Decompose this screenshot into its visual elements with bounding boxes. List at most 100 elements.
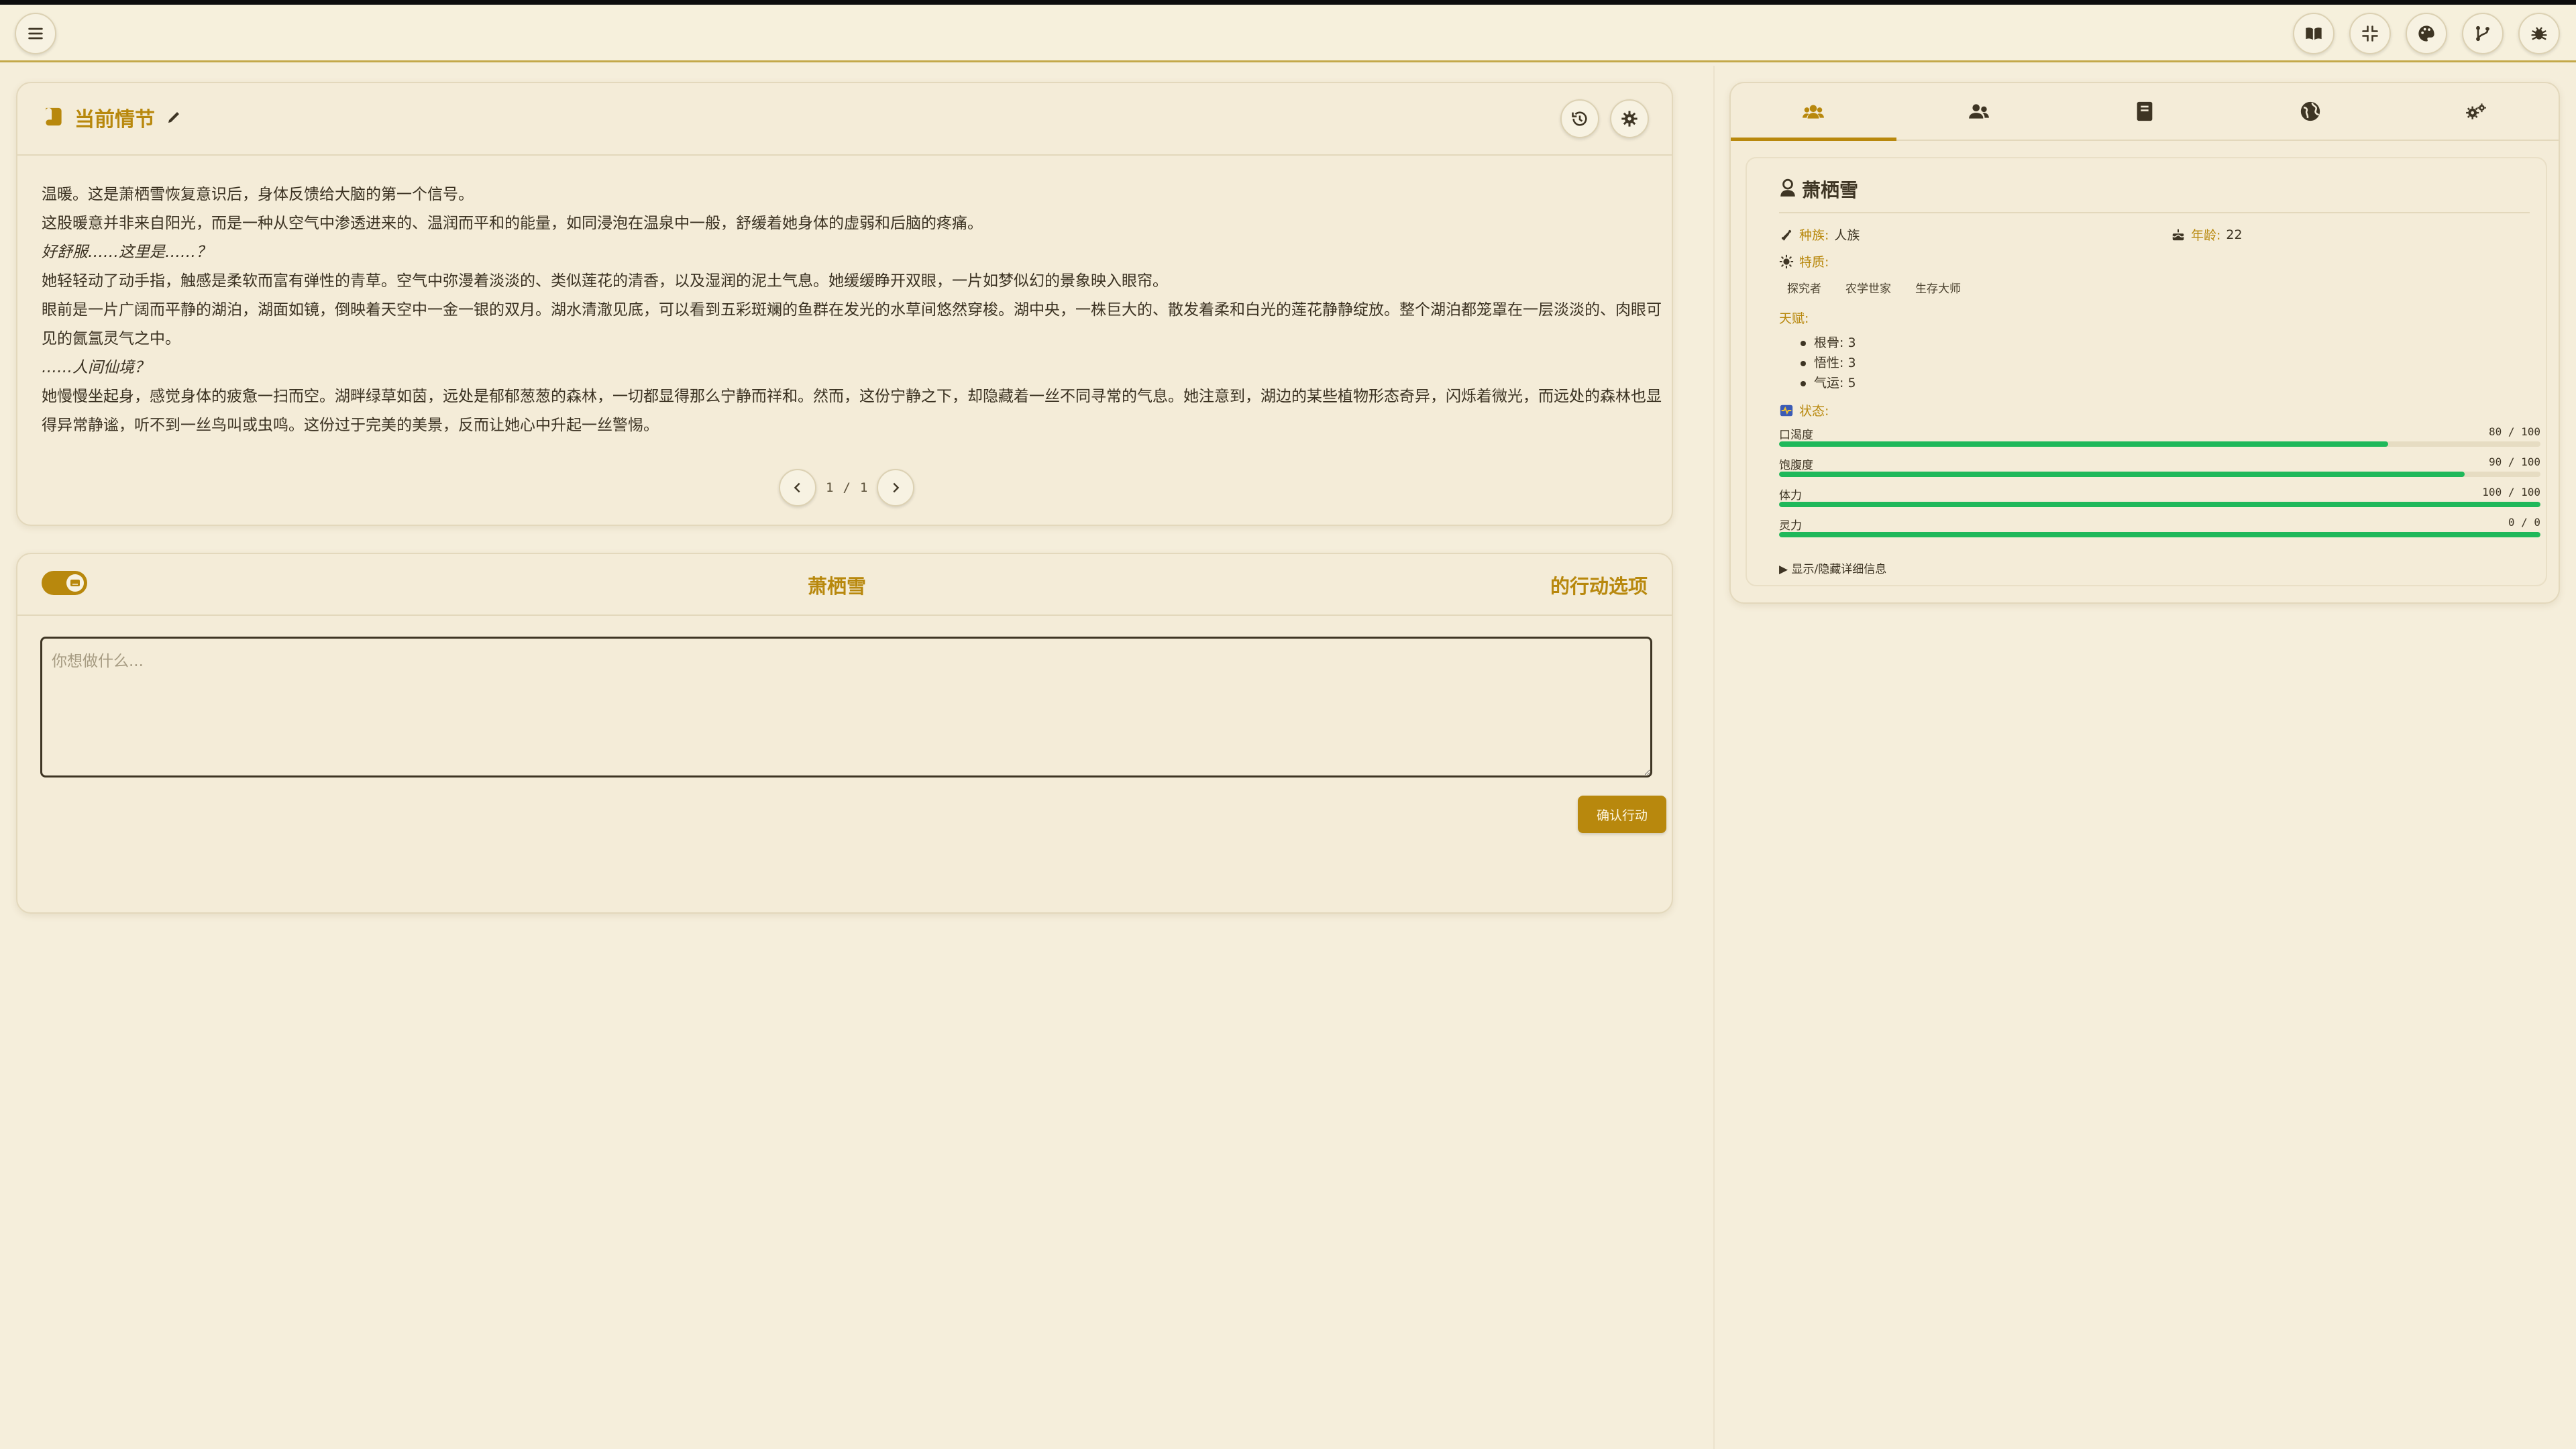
story-paragraph: 眼前是一片广阔而平静的湖泊，湖面如镜，倒映着天空中一金一银的双月。湖水清澈见底，… [42,301,1662,347]
stat-progress-track [1779,502,2540,507]
story-card-header: 当前情节 [17,83,1672,156]
stat-progress-track [1779,532,2540,537]
character-name: 萧栖雪 [1802,179,1859,201]
stat-progress-track [1779,472,2540,477]
status-label: 状态: [1799,404,1829,419]
history-button[interactable] [1560,99,1599,138]
page-current: 1 [826,480,834,495]
age-label: 年龄: [2191,228,2221,243]
panel-divider [1713,66,1715,1449]
story-title: 当前情节 [74,108,155,131]
age-value: 22 [2226,227,2243,242]
action-character-name: 萧栖雪 [808,575,867,598]
status-field: 状态: [1779,401,1829,419]
stat-value: 0 / 0 [2508,516,2540,529]
branch-icon [2476,25,2489,42]
stat-spirit: 灵力 0 / 0 [1779,516,2540,545]
action-card: 萧栖雪 的行动选项 确认行动 [16,553,1673,914]
tab-journal[interactable] [2062,83,2228,140]
menu-button[interactable] [15,13,56,54]
heartbeat-icon [1780,405,1793,416]
users-icon [1969,104,1990,119]
story-settings-button[interactable] [1610,99,1649,138]
action-mode-toggle[interactable] [42,571,87,595]
race-field: 种族: 人族 [1779,225,1860,244]
confirm-action-button[interactable]: 确认行动 [1578,796,1666,833]
stat-value: 90 / 100 [2488,455,2540,468]
age-field: 年龄: 22 [2171,225,2243,244]
window-top-strip [0,0,2576,5]
race-label: 种族: [1799,228,1829,243]
action-options-label: 的行动选项 [1550,575,1648,598]
chevron-left-icon [794,482,800,493]
dna-icon [1781,229,1792,240]
stat-thirst: 口渴度 80 / 100 [1779,425,2540,455]
page-separator: / [843,480,851,495]
side-panel: 萧栖雪 种族: 人族 年龄: 22 特质: 探究者 农学世家 生存大师 天赋: … [1729,82,2560,604]
talents-field: 天赋: [1779,309,1809,327]
talent-item: 悟性: 3 [1798,353,1856,373]
birthday-cake-icon [2172,229,2184,240]
stat-name: 饱腹度 [1779,459,1813,472]
stat-stamina: 体力 100 / 100 [1779,486,2540,515]
character-divider [1779,212,2530,213]
prev-page-button[interactable] [779,469,816,506]
talents-list: 根骨: 3 悟性: 3 气运: 5 [1798,333,1856,393]
talent-item: 根骨: 3 [1798,333,1856,353]
branch-button[interactable] [2462,13,2504,54]
stat-progress-fill [1779,502,2540,507]
story-paragraph-thought: ……人间仙境？ [42,359,150,376]
user-icon [1780,178,1795,197]
story-paragraph: 她慢慢坐起身，感觉身体的疲惫一扫而空。湖畔绿草如茵，远处是郁郁葱葱的森林，一切都… [42,388,1662,434]
traits-field: 特质: [1779,252,1829,270]
theme-button[interactable] [2406,13,2447,54]
trait-tag: 探究者 [1787,282,1821,296]
tab-npcs[interactable] [1896,83,2062,140]
side-panel-tabs [1731,83,2559,141]
edit-pencil-icon[interactable] [166,109,182,125]
action-card-header: 萧栖雪 的行动选项 [17,554,1672,616]
character-card: 萧栖雪 种族: 人族 年龄: 22 特质: 探究者 农学世家 生存大师 天赋: … [1746,157,2547,586]
stat-progress-fill [1779,472,2465,477]
stat-name: 灵力 [1779,519,1802,533]
debug-button[interactable] [2518,13,2560,54]
compress-button[interactable] [2349,13,2391,54]
page-total: 1 [859,480,868,495]
story-paragraph: 这股暖意并非来自阳光，而是一种从空气中渗透进来的、温润而平和的能量，如同浸泡在温… [42,215,983,232]
story-paragraph-thought: 好舒服……这里是……？ [42,244,211,261]
race-value: 人族 [1834,228,1860,243]
next-page-button[interactable] [877,469,915,506]
stat-value: 100 / 100 [2482,486,2540,498]
traits-label: 特质: [1799,255,1829,270]
tab-world[interactable] [2227,83,2393,140]
bug-icon [2531,27,2547,40]
toggle-knob [66,574,84,592]
book-icon [2306,28,2322,40]
talents-label: 天赋: [1779,311,1809,326]
stat-progress-fill [1779,532,2540,537]
globe-icon [2300,101,2320,121]
gears-icon [2465,103,2486,119]
codex-button[interactable] [2293,13,2334,54]
talent-item: 气运: 5 [1798,373,1856,393]
action-input[interactable] [40,637,1652,777]
stat-progress-fill [1779,441,2388,447]
tab-settings[interactable] [2393,83,2559,140]
details-toggle[interactable]: ▶ 显示/隐藏详细信息 [1779,559,1886,576]
gear-icon [1621,111,1638,127]
sun-icon [1779,254,1794,268]
story-card: 当前情节 温暖。这是萧栖雪恢复意识后，身体反馈给大脑的第一个信号。 这股暖意并非… [16,82,1673,526]
book-icon [2137,101,2153,121]
keyboard-icon [70,580,80,586]
trait-tag: 农学世家 [1845,282,1891,296]
stat-name: 口渴度 [1779,429,1813,442]
compress-icon [2362,25,2378,42]
palette-icon [2418,25,2434,42]
stat-progress-track [1779,441,2540,447]
hamburger-icon [28,28,43,40]
stat-hunger: 饱腹度 90 / 100 [1779,455,2540,485]
chevron-right-icon [893,482,900,493]
story-text: 温暖。这是萧栖雪恢复意识后，身体反馈给大脑的第一个信号。 这股暖意并非来自阳光，… [42,180,1662,440]
tab-character[interactable] [1731,83,1896,141]
story-paragraph: 她轻轻动了动手指，触感是柔软而富有弹性的青草。空气中弥漫着淡淡的、类似莲花的清香… [42,272,1168,290]
